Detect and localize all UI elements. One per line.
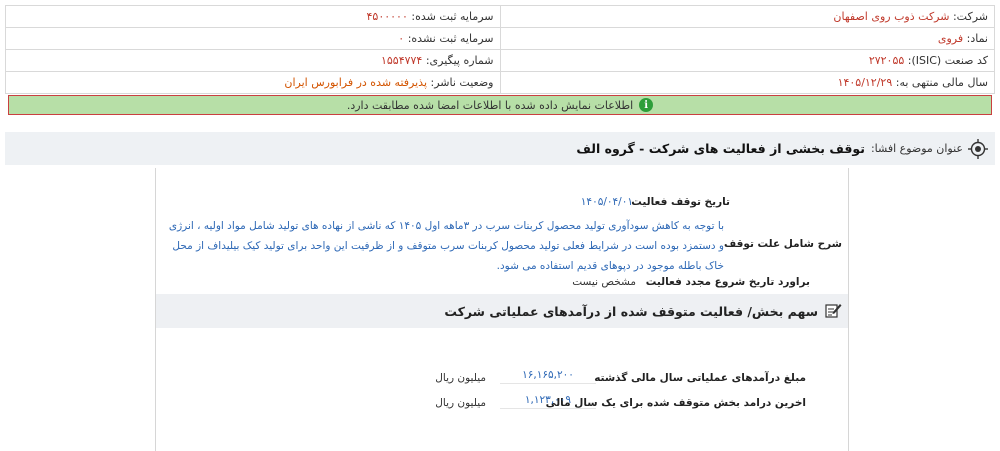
publisher-status-value: پذیرفته شده در فرابورس ایران — [284, 76, 428, 89]
last-year-revenue-value: ۱۶,۱۶۵,۲۰۰ — [500, 369, 596, 384]
details-panel: تاریخ توقف فعالیت ۱۴۰۵/۰۴/۰۱ شرح شامل عل… — [155, 168, 849, 451]
symbol-label: نماد: — [966, 32, 988, 45]
table-row: شرکت: شرکت ذوب روی اصفهان سرمایه ثبت شده… — [5, 5, 995, 28]
revenue-section-title: سهم بخش/ فعالیت متوقف شده از درآمدهای عم… — [444, 303, 818, 319]
stopped-revenue-unit: میلیون ریال — [435, 397, 486, 409]
company-label: شرکت: — [952, 10, 988, 23]
stopped-revenue-value: ۱,۱۲۳,۰۰۹ — [500, 394, 596, 409]
last-year-unit-wrap: میلیون ریال — [435, 372, 486, 384]
isic-label: کد صنعت (ISIC): — [907, 54, 988, 67]
edit-note-icon — [824, 301, 842, 322]
registered-capital-label: سرمایه ثبت شده: — [411, 10, 494, 23]
table-row: کد صنعت (ISIC): ۲۷۲۰۵۵ شماره پیگیری: ۱۵۵… — [5, 49, 995, 72]
reason-text: با توجه به کاهش سودآوری تولید محصول کربن… — [168, 220, 724, 272]
tracking-label: شماره پیگیری: — [425, 54, 494, 67]
stop-date-value: ۱۴۰۵/۰۴/۰۱ — [580, 196, 633, 208]
stop-date-row: تاریخ توقف فعالیت — [631, 196, 730, 208]
restart-row: براورد تاریخ شروع مجدد فعالیت — [646, 276, 810, 288]
restart-label: براورد تاریخ شروع مجدد فعالیت — [645, 276, 810, 288]
table-row: سال مالی منتهی به: ۱۴۰۵/۱۲/۲۹ وضعیت ناشر… — [5, 71, 995, 94]
stopped-revenue-value-wrap: ۱,۱۲۳,۰۰۹ — [500, 394, 596, 409]
info-icon: i — [639, 98, 654, 112]
fiscal-year-value: ۱۴۰۵/۱۲/۲۹ — [837, 76, 893, 89]
last-year-revenue-label: مبلغ درآمدهای عملیاتی سال مالی گذشته — [594, 372, 806, 384]
publisher-status-label: وضعیت ناشر: — [430, 76, 494, 89]
last-year-revenue-row: مبلغ درآمدهای عملیاتی سال مالی گذشته — [594, 372, 806, 384]
subject-header: عنوان موضوع افشا: توقف بخشی از فعالیت ها… — [5, 132, 995, 165]
subject-label: عنوان موضوع افشا: — [870, 142, 963, 155]
stop-date-value-wrap: ۱۴۰۵/۰۴/۰۱ — [581, 196, 633, 208]
revenue-section-header: سهم بخش/ فعالیت متوقف شده از درآمدهای عم… — [156, 294, 848, 328]
reason-text-wrap: با توجه به کاهش سودآوری تولید محصول کربن… — [162, 216, 724, 276]
unregistered-capital-label: سرمایه ثبت نشده: — [407, 32, 494, 45]
company-value: شرکت ذوب روی اصفهان — [833, 10, 950, 23]
isic-value: ۲۷۲۰۵۵ — [868, 54, 905, 67]
fiscal-year-label: سال مالی منتهی به: — [895, 76, 988, 89]
subject-title: توقف بخشی از فعالیت های شرکت - گروه الف — [576, 141, 865, 156]
isic-cell: کد صنعت (ISIC): ۲۷۲۰۵۵ — [499, 49, 995, 72]
stop-date-label: تاریخ توقف فعالیت — [631, 196, 730, 208]
reason-row: شرح شامل علت توقف — [724, 238, 842, 250]
tracking-cell: شماره پیگیری: ۱۵۵۴۷۷۴ — [5, 49, 501, 72]
registered-capital-cell: سرمایه ثبت شده: ۴۵۰۰۰۰۰ — [5, 5, 501, 28]
restart-value: مشخص نیست — [572, 276, 636, 288]
verification-banner: i اطلاعات نمایش داده شده با اطلاعات امضا… — [8, 95, 992, 115]
unregistered-capital-cell: سرمایه ثبت نشده: ۰ — [5, 27, 501, 50]
restart-value-wrap: مشخص نیست — [572, 276, 636, 288]
tracking-value: ۱۵۵۴۷۷۴ — [380, 54, 423, 67]
banner-text: اطلاعات نمایش داده شده با اطلاعات امضا ش… — [346, 98, 634, 112]
fiscal-year-cell: سال مالی منتهی به: ۱۴۰۵/۱۲/۲۹ — [499, 71, 995, 94]
reason-label: شرح شامل علت توقف — [723, 238, 842, 250]
last-year-revenue-unit: میلیون ریال — [435, 372, 486, 384]
table-row: نماد: فروی سرمایه ثبت نشده: ۰ — [5, 27, 995, 50]
symbol-cell: نماد: فروی — [499, 27, 995, 50]
unregistered-capital-value: ۰ — [398, 32, 405, 45]
company-cell: شرکت: شرکت ذوب روی اصفهان — [499, 5, 995, 28]
registered-capital-value: ۴۵۰۰۰۰۰ — [366, 10, 408, 23]
target-icon — [967, 138, 989, 160]
last-year-revenue-value-wrap: ۱۶,۱۶۵,۲۰۰ — [500, 369, 596, 384]
symbol-value: فروی — [937, 32, 964, 45]
company-info-table: شرکت: شرکت ذوب روی اصفهان سرمایه ثبت شده… — [5, 5, 995, 94]
publisher-status-cell: وضعیت ناشر: پذیرفته شده در فرابورس ایران — [5, 71, 501, 94]
stopped-unit-wrap: میلیون ریال — [435, 397, 486, 409]
